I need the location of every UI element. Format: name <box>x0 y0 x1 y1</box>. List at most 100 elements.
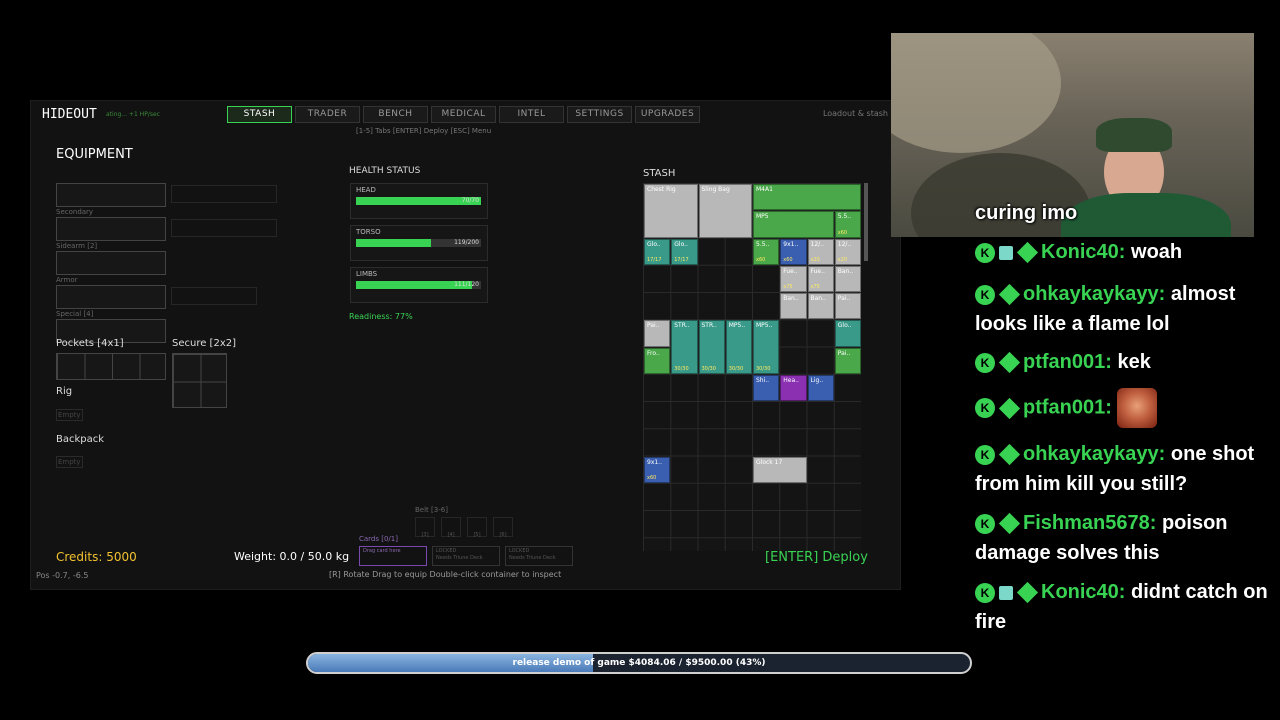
card-slot[interactable]: Drag card here <box>359 546 427 566</box>
face-emote-icon <box>1117 388 1158 428</box>
stash-item-count: x60 <box>647 474 657 481</box>
stash-item-count: 30/30 <box>701 365 716 372</box>
stash-item[interactable]: M4A1 <box>753 184 861 211</box>
stash-item[interactable]: Glo.. 17/17 <box>671 238 698 265</box>
controls-hint: [R] Rotate Drag to equip Double-click co… <box>329 570 562 579</box>
stash-item[interactable]: 12/.. x20 <box>807 238 834 265</box>
tab-bench[interactable]: BENCH <box>363 106 428 123</box>
chat-text: kek <box>1117 351 1151 373</box>
stash-item-count: x60 <box>756 256 766 263</box>
rig-slot[interactable]: Empty <box>56 409 83 421</box>
deploy-button[interactable]: [ENTER] Deploy <box>765 550 868 565</box>
armor-label: Armor <box>56 276 78 284</box>
stash-item[interactable]: Pai.. <box>644 320 671 347</box>
card-text: LOCKED <box>509 548 530 554</box>
mod-badge-icon: K <box>975 398 995 418</box>
top-right-hint: Loadout & stash <box>822 109 888 118</box>
gift-badge-icon <box>999 245 1013 260</box>
stash-scrollbar[interactable] <box>864 183 868 261</box>
stash-item[interactable]: Lig.. <box>807 374 834 401</box>
rig-label: Rig <box>56 386 73 397</box>
tab-trader[interactable]: TRADER <box>295 106 360 123</box>
stash-item[interactable]: Glo.. 17/17 <box>644 238 671 265</box>
stash-item[interactable]: Ban.. <box>807 293 834 320</box>
equipment-heading: EQUIPMENT <box>56 147 133 162</box>
stash-item[interactable]: STR.. 30/30 <box>671 320 698 374</box>
stash-item[interactable]: 9x1.. x60 <box>644 456 671 483</box>
tab-medical[interactable]: MEDICAL <box>431 106 496 123</box>
health-value: 111/120 <box>454 281 479 288</box>
card-subtext: Needs Triune Deck <box>509 555 556 561</box>
tab-intel[interactable]: INTEL <box>499 106 564 123</box>
secure-grid[interactable] <box>172 353 227 408</box>
stash-item[interactable]: 9x1.. x60 <box>780 238 807 265</box>
stash-item-count: x60 <box>837 229 848 236</box>
chat-message: Kptfan001: <box>975 388 1275 428</box>
chat-text: curing imo <box>975 202 1078 224</box>
card-subtext: Needs Triune Deck <box>436 555 483 561</box>
stash-item[interactable]: Fue.. x75 <box>807 265 834 292</box>
key-hint: [1-5] Tabs [ENTER] Deploy [ESC] Menu <box>356 127 492 135</box>
chat-username: ohkaykaykayy: <box>1023 283 1166 305</box>
sidearm-slot[interactable] <box>56 251 166 275</box>
health-heading: HEALTH STATUS <box>349 166 421 176</box>
stash-item[interactable]: Pai.. <box>834 347 861 374</box>
stash-grid[interactable]: Chest Rig Sling Bag M4A1 MP5 5.5.. x60 Glo.. 17… <box>643 183 861 551</box>
health-part-label: TORSO <box>356 228 381 236</box>
stash-item[interactable]: Pai.. <box>834 293 861 320</box>
stash-item[interactable]: 12/.. x20 <box>834 238 861 265</box>
chat-message: K Konic40: woah <box>975 237 1275 267</box>
mod-badge-icon: K <box>975 284 995 305</box>
donation-goal-bar: release demo of game $4084.06 / $9500.00… <box>306 652 972 674</box>
gift-badge-icon <box>999 585 1013 600</box>
chat-username: Fishman5678: <box>1023 512 1157 534</box>
stash-item[interactable]: Sling Bag <box>698 184 752 238</box>
stash-item[interactable]: Ban.. <box>834 265 861 292</box>
pockets-grid[interactable] <box>56 353 166 380</box>
webcam-background <box>891 33 1061 153</box>
tab-upgrades[interactable]: UPGRADES <box>635 106 700 123</box>
tab-settings[interactable]: SETTINGS <box>567 106 632 123</box>
stash-item[interactable]: Fue.. x75 <box>780 265 807 292</box>
stash-item[interactable]: Shi.. <box>753 374 780 401</box>
backpack-slot[interactable]: Empty <box>56 456 83 468</box>
health-fill <box>356 239 431 247</box>
stash-item[interactable]: Hea.. <box>780 374 807 401</box>
tab-stash[interactable]: STASH <box>227 106 292 123</box>
stash-item[interactable]: Chest Rig <box>644 184 698 238</box>
mod-badge-icon: K <box>975 582 995 603</box>
belt-slot[interactable]: [5] <box>467 517 487 538</box>
readiness: Readiness: 77% <box>349 312 413 321</box>
stash-item[interactable]: 5.5.. x60 <box>753 238 780 265</box>
regen-status: ating... +1 HP/sec <box>106 111 160 118</box>
stash-heading: STASH <box>643 168 676 179</box>
diamond-badge-icon <box>998 352 1021 374</box>
belt-slot[interactable]: [6] <box>493 517 513 538</box>
game-title: HIDEOUT <box>42 107 97 122</box>
belt-label: Belt [3-6] <box>415 506 448 514</box>
chat-username: ohkaykaykayy: <box>1023 443 1166 465</box>
belt-slot[interactable]: [4] <box>441 517 461 538</box>
stash-item[interactable]: Fro.. <box>644 347 671 374</box>
stash-item-count: 30/30 <box>756 365 771 372</box>
stash-item-count: 17/17 <box>674 256 689 263</box>
stash-item[interactable]: MP5.. 30/30 <box>753 320 780 374</box>
primary-slot[interactable] <box>56 183 166 207</box>
stash-item[interactable]: 5.5.. x60 <box>834 211 861 238</box>
belt-slot[interactable]: [3] <box>415 517 435 538</box>
chat-username: Konic40: <box>1041 581 1126 603</box>
card-slot-locked: LOCKED Needs Triune Deck <box>505 546 573 566</box>
stash-item[interactable]: STR.. 30/30 <box>698 320 725 374</box>
armor-slot[interactable] <box>56 285 166 309</box>
stash-item[interactable]: MP5 <box>753 211 834 238</box>
backpack-label: Backpack <box>56 434 105 445</box>
stash-item[interactable]: Glo.. <box>834 320 861 347</box>
secondary-label: Secondary <box>56 208 94 216</box>
mod-badge-icon: K <box>975 513 995 534</box>
stash-item[interactable]: Ban.. <box>780 293 807 320</box>
pockets-label: Pockets [4x1] <box>56 338 124 349</box>
chat-message: K Konic40: didnt catch on fire <box>975 577 1275 637</box>
stash-item[interactable]: Glock 17 <box>753 456 807 483</box>
secondary-slot[interactable] <box>56 217 166 241</box>
stash-item[interactable]: MP5.. 30/30 <box>725 320 752 374</box>
